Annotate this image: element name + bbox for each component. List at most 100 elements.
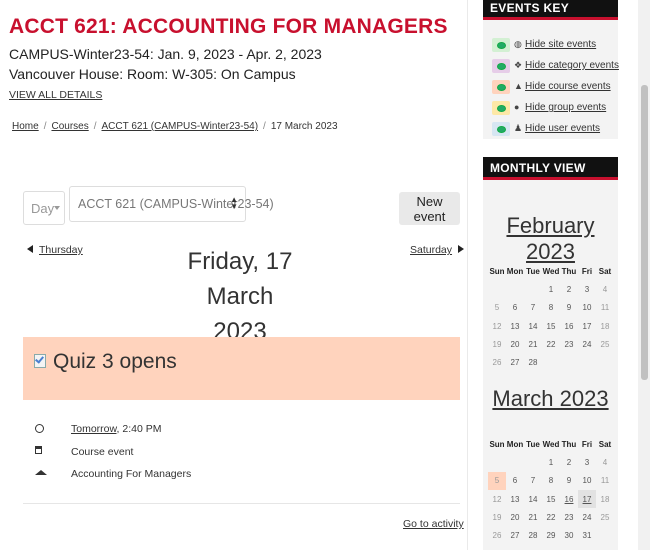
calendar-day[interactable]: 17	[578, 489, 596, 509]
breadcrumb-home[interactable]: Home	[12, 121, 39, 132]
breadcrumb-courses[interactable]: Courses	[51, 121, 88, 132]
calendar-day[interactable]: 27	[506, 526, 524, 544]
calendar-day[interactable]: 22	[542, 335, 560, 353]
eye-icon[interactable]	[492, 101, 510, 115]
hide-user-events-link[interactable]: Hide user events	[525, 123, 600, 134]
calendar-empty-cell	[596, 353, 614, 371]
hide-site-events-link[interactable]: Hide site events	[525, 39, 596, 50]
calendar-day[interactable]: 1	[542, 453, 560, 471]
calendar-day[interactable]: 8	[542, 299, 560, 317]
view-all-details-link[interactable]: VIEW ALL DETAILS	[9, 89, 102, 101]
calendar-day[interactable]: 21	[524, 508, 542, 526]
scrollbar-thumb[interactable]	[641, 85, 648, 380]
calendar-day[interactable]: 18	[596, 490, 614, 508]
day-heading-date: Friday, 17 March	[187, 248, 293, 310]
eye-icon[interactable]	[492, 38, 510, 52]
calendar-week-row: 1234	[488, 280, 614, 298]
event-time-link[interactable]: Tomorrow	[71, 423, 117, 435]
breadcrumb-course[interactable]: ACCT 621 (CAMPUS-Winter23-54)	[102, 121, 259, 132]
calendar-day[interactable]: 2	[560, 453, 578, 471]
month-title-february[interactable]: February 2023	[483, 213, 618, 265]
calendar-day[interactable]: 13	[506, 317, 524, 335]
calendar-day[interactable]: 20	[506, 508, 524, 526]
calendar-day[interactable]: 26	[488, 353, 506, 371]
calendar-day[interactable]: 16	[560, 317, 578, 335]
calendar-day[interactable]: 25	[596, 508, 614, 526]
calendar-week-row: 19 20 21 22 23 24 25	[488, 335, 614, 353]
calendar-day[interactable]: 23	[560, 335, 578, 353]
next-day-link[interactable]: Saturday	[410, 244, 452, 256]
eye-icon[interactable]	[492, 59, 510, 73]
hide-category-events-link[interactable]: Hide category events	[525, 60, 619, 71]
weekday-header: Mon	[506, 439, 524, 449]
calendar-day[interactable]: 31	[578, 526, 596, 544]
calendar-day[interactable]: 7	[524, 299, 542, 317]
calendar-day[interactable]: 16	[560, 490, 578, 508]
calendar-day[interactable]: 12	[488, 317, 506, 335]
calendar-march: Sun Mon Tue Wed Thu Fri Sat 1 2 3 4 5 6 7 8 9 10 11 12 13 14…	[488, 435, 614, 545]
select-arrows-icon: ▲ ▼	[230, 195, 238, 211]
calendar-day[interactable]: 19	[488, 508, 506, 526]
calendar-day[interactable]: 25	[596, 335, 614, 353]
calendar-day[interactable]: 24	[578, 335, 596, 353]
calendar-day[interactable]: 26	[488, 526, 506, 544]
calendar-day[interactable]: 6	[506, 299, 524, 317]
calendar-day[interactable]: 22	[542, 508, 560, 526]
calendar-day[interactable]: 15	[542, 490, 560, 508]
weekday-header: Sat	[598, 439, 612, 449]
course-title: ACCT 621: ACCOUNTING FOR MANAGERS	[9, 15, 448, 38]
calendar-day[interactable]: 7	[524, 472, 542, 490]
calendar-day[interactable]: 3	[578, 453, 596, 471]
calendar-day[interactable]: 14	[524, 490, 542, 508]
calendar-day[interactable]: 24	[578, 508, 596, 526]
weekday-header: Fri	[581, 439, 593, 449]
calendar-day[interactable]: 4	[596, 280, 614, 298]
calendar-day[interactable]: 10	[578, 299, 596, 317]
course-select-value: ACCT 621 (CAMPUS-Winter23-54)	[78, 197, 274, 211]
calendar-day[interactable]: 6	[506, 472, 524, 490]
eye-icon[interactable]	[492, 80, 510, 94]
eye-icon[interactable]	[492, 122, 510, 136]
calendar-day[interactable]: 13	[506, 490, 524, 508]
course-select[interactable]: ACCT 621 (CAMPUS-Winter23-54) ▲ ▼	[69, 186, 274, 222]
calendar-day[interactable]: 18	[596, 317, 614, 335]
hide-course-events-link[interactable]: Hide course events	[525, 81, 611, 92]
calendar-day[interactable]: 9	[560, 472, 578, 490]
calendar-day[interactable]: 14	[524, 317, 542, 335]
month-title-march[interactable]: March 2023	[483, 386, 618, 412]
calendar-day[interactable]: 12	[488, 490, 506, 508]
calendar-empty-cell	[506, 280, 524, 298]
calendar-day[interactable]: 11	[596, 472, 614, 490]
event-course-link[interactable]: Accounting For Managers	[71, 468, 191, 480]
calendar-day[interactable]: 4	[596, 453, 614, 471]
globe-icon: ◍	[514, 39, 522, 49]
view-type-select[interactable]: Day	[23, 191, 65, 225]
calendar-day[interactable]: 5	[488, 299, 506, 317]
calendar-day[interactable]: 30	[560, 526, 578, 544]
event-title: Quiz 3 opens	[53, 350, 177, 373]
calendar-day[interactable]: 11	[596, 299, 614, 317]
weekday-header: Sun	[489, 439, 505, 449]
calendar-day[interactable]: 29	[542, 526, 560, 544]
calendar-day[interactable]: 15	[542, 317, 560, 335]
calendar-day[interactable]: 9	[560, 299, 578, 317]
weekday-header: Thu	[561, 439, 577, 449]
go-to-activity-link[interactable]: Go to activity	[403, 518, 464, 530]
calendar-day[interactable]: 2	[560, 280, 578, 298]
calendar-day[interactable]: 19	[488, 335, 506, 353]
calendar-day[interactable]: 8	[542, 472, 560, 490]
calendar-day[interactable]: 28	[524, 353, 542, 371]
calendar-day[interactable]: 28	[524, 526, 542, 544]
new-event-button[interactable]: New event	[399, 192, 460, 225]
calendar-day[interactable]: 23	[560, 508, 578, 526]
hide-group-events-link[interactable]: Hide group events	[525, 102, 606, 113]
calendar-day[interactable]: 1	[542, 280, 560, 298]
calendar-day[interactable]: 27	[506, 353, 524, 371]
previous-day-link[interactable]: Thursday	[39, 244, 83, 256]
calendar-day[interactable]: 10	[578, 472, 596, 490]
calendar-day[interactable]: 3	[578, 280, 596, 298]
calendar-day[interactable]: 21	[524, 335, 542, 353]
calendar-day[interactable]: 5	[488, 471, 506, 490]
calendar-day[interactable]: 20	[506, 335, 524, 353]
calendar-day[interactable]: 17	[578, 317, 596, 335]
